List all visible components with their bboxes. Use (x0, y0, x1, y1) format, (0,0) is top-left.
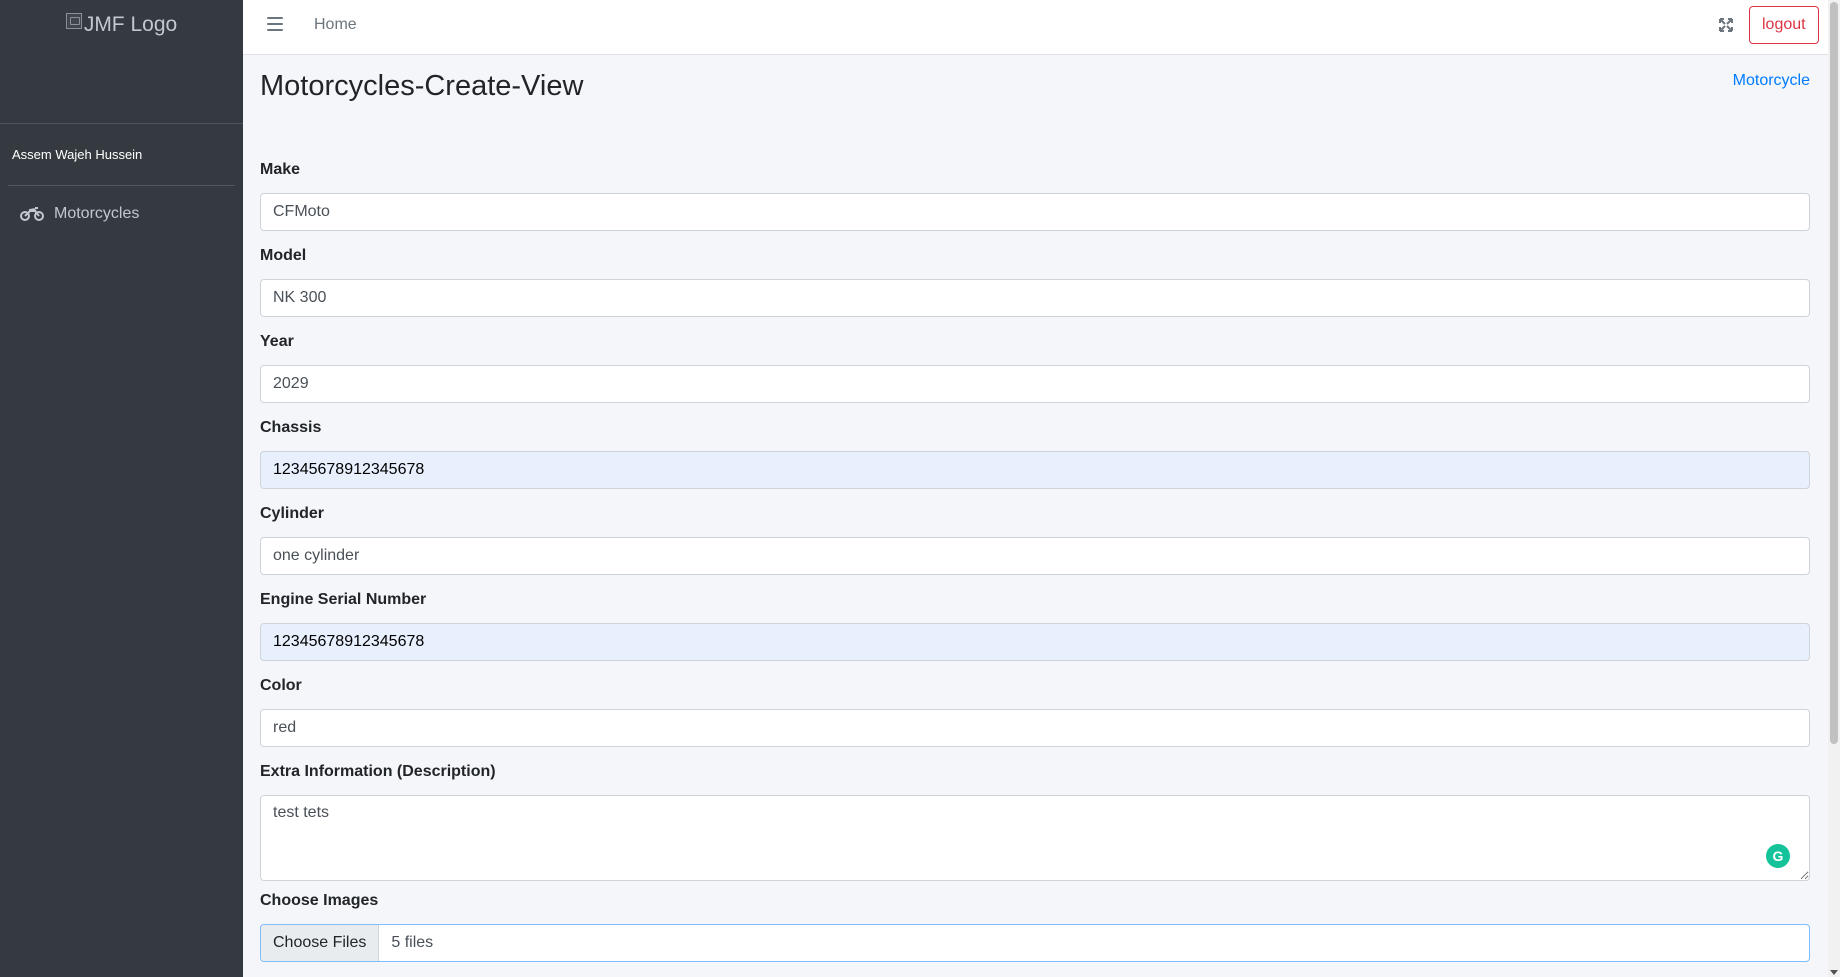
engine-serial-input[interactable] (260, 623, 1810, 661)
chassis-input[interactable] (260, 451, 1810, 489)
sidebar-item-motorcycles[interactable]: Motorcycles (8, 194, 235, 234)
cylinder-input[interactable] (260, 537, 1810, 575)
breadcrumb[interactable]: Motorcycle (1733, 72, 1810, 90)
description-textarea[interactable]: test tets (260, 795, 1810, 881)
description-wrapper: test tets G (260, 795, 1810, 881)
make-field: Make (260, 160, 1810, 246)
user-panel: Assem Wajeh Hussein (8, 124, 235, 186)
year-field: Year (260, 332, 1810, 418)
chassis-field: Chassis (260, 418, 1810, 504)
year-input[interactable] (260, 365, 1810, 403)
color-input[interactable] (260, 709, 1810, 747)
description-label: Extra Information (Description) (260, 763, 496, 780)
sidebar: JMF Logo Assem Wajeh Hussein Motorcycles (0, 0, 243, 977)
logout-button[interactable]: logout (1749, 6, 1819, 44)
chassis-label: Chassis (260, 419, 322, 436)
topbar: Home logout (243, 0, 1828, 55)
home-link[interactable]: Home (314, 16, 357, 34)
grammarly-icon[interactable]: G (1766, 844, 1790, 868)
scrollbar-thumb[interactable] (1830, 2, 1838, 744)
description-field: Extra Information (Description) test tet… (260, 762, 1810, 891)
model-input[interactable] (260, 279, 1810, 317)
make-label: Make (260, 161, 301, 178)
page-title: Motorcycles-Create-View (260, 70, 584, 102)
scrollbar[interactable] (1828, 0, 1840, 977)
brand-logo-alt-text: JMF Logo (83, 13, 178, 36)
user-name[interactable]: Assem Wajeh Hussein (12, 147, 142, 162)
year-label: Year (260, 333, 294, 350)
motorcycle-form: Make Model Year Chassis Cylinder Engine … (260, 160, 1810, 977)
color-field: Color (260, 676, 1810, 762)
brand-logo[interactable]: JMF Logo (65, 12, 178, 123)
menu-toggle-icon[interactable] (267, 17, 283, 33)
scroll-down-arrow-icon[interactable] (1830, 970, 1838, 975)
cylinder-field: Cylinder (260, 504, 1810, 590)
engine-serial-label: Engine Serial Number (260, 591, 427, 608)
file-status: 5 files (391, 934, 434, 951)
broken-image-icon (65, 13, 82, 29)
choose-files-button[interactable]: Choose Files (261, 925, 380, 961)
images-label: Choose Images (260, 892, 379, 909)
motorcycle-icon (20, 206, 44, 222)
sidebar-nav: Motorcycles (0, 194, 243, 234)
brand: JMF Logo (0, 0, 243, 124)
cylinder-label: Cylinder (260, 505, 325, 522)
model-label: Model (260, 247, 307, 264)
fullscreen-icon[interactable] (1717, 16, 1735, 34)
model-field: Model (260, 246, 1810, 332)
images-field: Choose Images Choose Files 5 files (260, 891, 1810, 977)
engine-serial-field: Engine Serial Number (260, 590, 1810, 676)
file-input[interactable]: Choose Files 5 files (260, 924, 1810, 962)
sidebar-item-label: Motorcycles (54, 205, 140, 222)
color-label: Color (260, 677, 302, 694)
make-input[interactable] (260, 193, 1810, 231)
